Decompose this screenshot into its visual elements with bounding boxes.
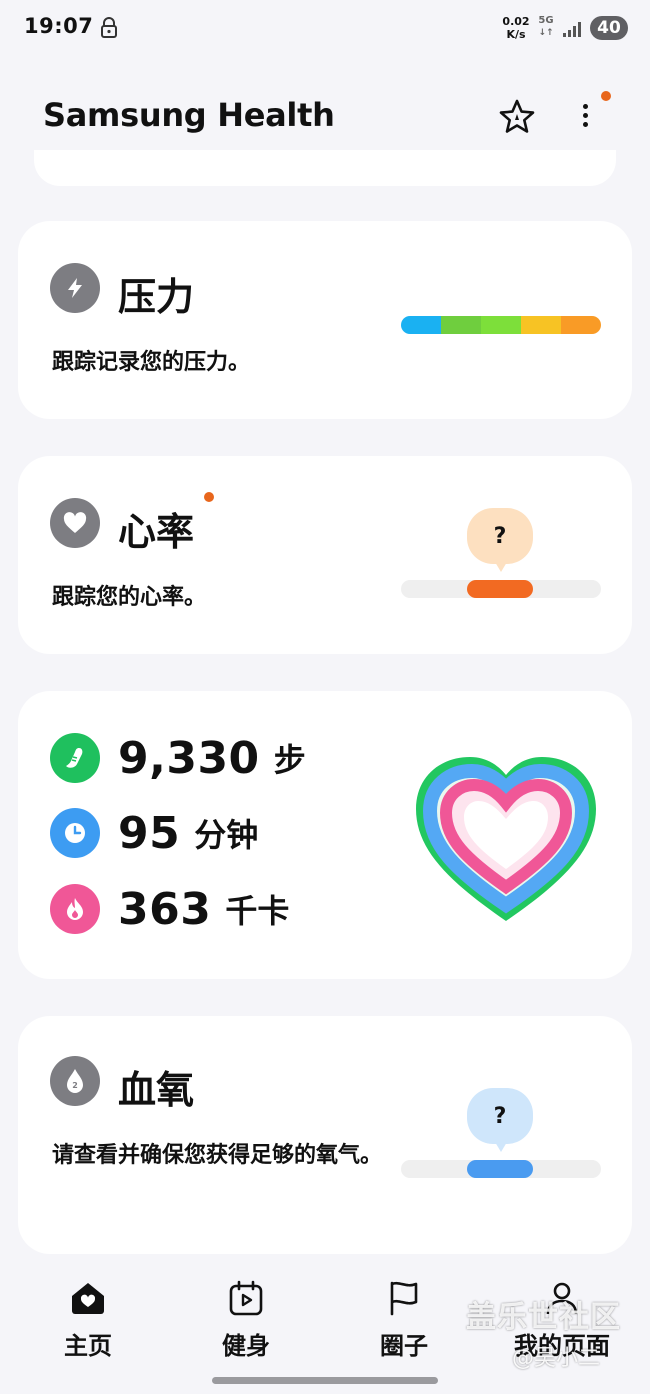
nav-together[interactable]: 圈子 — [344, 1278, 464, 1361]
heart-rate-gauge-marker — [467, 580, 533, 598]
nav-home[interactable]: 主页 — [28, 1278, 148, 1361]
steps-value: 9,330 — [118, 732, 260, 784]
lock-icon — [101, 17, 117, 38]
more-options-button[interactable] — [572, 98, 598, 136]
active-minutes-value: 95 — [118, 807, 181, 859]
gesture-home-bar[interactable] — [212, 1377, 438, 1384]
signal-icon — [563, 22, 581, 37]
stress-card[interactable]: 压力 跟踪记录您的压力。 — [18, 221, 632, 419]
stress-scale-segment — [561, 316, 601, 334]
blood-oxygen-title: 血氧 — [118, 1068, 195, 1112]
blood-oxygen-gauge-marker — [467, 1160, 533, 1178]
stress-description: 跟踪记录您的压力。 — [52, 350, 251, 375]
flag-icon — [390, 1281, 418, 1316]
watermark-author: @吴小二 — [512, 1346, 601, 1371]
flame-icon — [50, 884, 100, 934]
stress-scale-segment — [401, 316, 441, 334]
nav-fitness[interactable]: 健身 — [186, 1278, 306, 1361]
heart-rate-bubble: ? — [467, 508, 533, 572]
nav-together-label: 圈子 — [380, 1332, 428, 1360]
oxygen-drop-icon: 2 — [50, 1056, 100, 1106]
app-title: Samsung Health — [43, 96, 335, 134]
network-speed: 0.02 K/s — [502, 15, 530, 41]
battery-indicator: 40 — [590, 16, 628, 40]
active-time-row: 95 分钟 — [50, 806, 258, 860]
home-icon — [72, 1283, 104, 1314]
lightning-icon — [50, 263, 100, 313]
partial-card[interactable] — [34, 150, 616, 186]
svg-text:2: 2 — [72, 1081, 78, 1090]
stress-scale-segment — [441, 316, 481, 334]
blood-oxygen-card[interactable]: 2 血氧 请查看并确保您获得足够的氧气。 ? — [18, 1016, 632, 1254]
steps-unit: 步 — [273, 741, 306, 779]
nav-fitness-label: 健身 — [222, 1332, 270, 1360]
status-bar: 19:07 0.02 K/s 5G ↓↑ 40 — [0, 0, 650, 56]
fitness-calendar-icon — [229, 1280, 263, 1316]
screen: 19:07 0.02 K/s 5G ↓↑ 40 Samsung Health 压… — [0, 0, 650, 1394]
stress-scale-segment — [481, 316, 521, 334]
new-badge-dot — [204, 492, 214, 502]
nav-home-label: 主页 — [64, 1332, 112, 1360]
heart-icon — [50, 498, 100, 548]
heart-rate-card[interactable]: 心率 跟踪您的心率。 ? — [18, 456, 632, 654]
blood-oxygen-bubble: ? — [467, 1088, 533, 1152]
active-minutes-unit: 分钟 — [194, 816, 259, 854]
stress-scale-bar — [401, 316, 601, 334]
network-type: 5G ↓↑ — [538, 15, 554, 38]
notification-dot — [601, 91, 611, 101]
status-time: 19:07 — [24, 14, 94, 38]
heart-rate-description: 跟踪您的心率。 — [52, 585, 207, 610]
calories-row: 363 千卡 — [50, 882, 289, 936]
watermark-text: 盖乐世社区 — [466, 1300, 621, 1335]
stress-scale-segment — [521, 316, 561, 334]
activity-rings-heart-icon — [416, 757, 596, 921]
clock-icon — [50, 808, 100, 858]
steps-row: 9,330 步 — [50, 731, 306, 785]
heart-rate-title: 心率 — [118, 510, 195, 554]
stress-title: 压力 — [118, 275, 195, 319]
blood-oxygen-description: 请查看并确保您获得足够的氧气。 — [52, 1143, 383, 1168]
activity-card[interactable]: 9,330 步 95 分钟 363 千卡 — [18, 691, 632, 979]
calories-value: 363 — [118, 883, 212, 935]
shoe-icon — [50, 733, 100, 783]
star-icon[interactable] — [498, 98, 536, 136]
calories-unit: 千卡 — [225, 892, 290, 930]
